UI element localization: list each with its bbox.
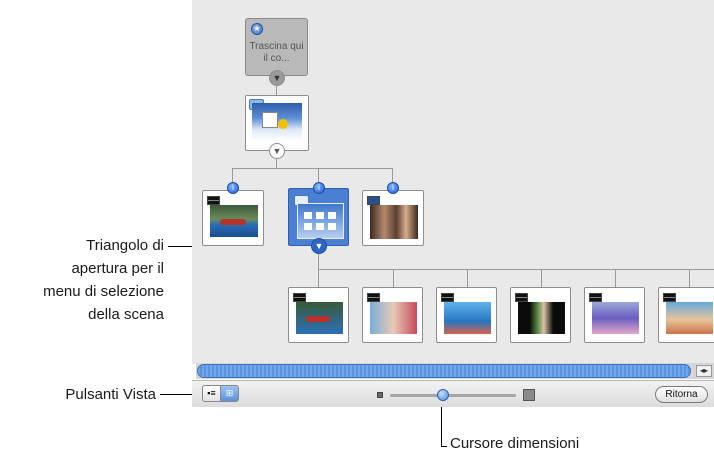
- callout-size-slider-tick: [441, 446, 447, 447]
- scene-thumbnail: [370, 302, 417, 334]
- drop-zone-text-line-2: il co...: [263, 53, 290, 64]
- scene-thumbnail: [518, 302, 565, 334]
- callout-triangle-line-2: apertura per il: [71, 260, 164, 277]
- connector-line: [467, 269, 468, 287]
- scene-card[interactable]: [362, 287, 423, 343]
- info-badge-icon: ★: [251, 23, 263, 35]
- connector-line: [318, 254, 319, 269]
- info-badge-icon[interactable]: i: [227, 182, 239, 194]
- movie-card[interactable]: [202, 190, 264, 246]
- return-button[interactable]: Ritorna: [655, 386, 708, 403]
- menu-thumbnail: [252, 103, 302, 141]
- scene-card[interactable]: [584, 287, 645, 343]
- movie-clapper-icon: [515, 293, 528, 302]
- scene-card[interactable]: [436, 287, 497, 343]
- callout-triangle-line-3: menu di selezione: [43, 283, 164, 300]
- disclosure-triangle-icon[interactable]: ▼: [269, 70, 285, 86]
- connector-line: [318, 269, 714, 270]
- list-view-icon: ▪≡: [207, 388, 216, 398]
- movie-clapper-icon: [441, 293, 454, 302]
- scene-thumbnail: [592, 302, 639, 334]
- large-size-icon: [523, 389, 535, 401]
- scroll-arrows-icon[interactable]: ◂▸: [696, 365, 712, 377]
- callout-triangle-line-1: Triangolo di: [86, 237, 164, 254]
- disclosure-triangle-icon[interactable]: ▼: [311, 238, 327, 254]
- scene-card[interactable]: [288, 287, 349, 343]
- slideshow-card[interactable]: [362, 190, 424, 246]
- movie-clapper-icon: [367, 293, 380, 302]
- horizontal-scrollbar[interactable]: ◂▸: [196, 363, 714, 379]
- callout-triangle-label: Triangolo di apertura per il menu di sel…: [12, 234, 164, 326]
- scene-thumbnail: [666, 302, 713, 334]
- drop-zone-text: Trascina qui il co...: [246, 41, 307, 65]
- connector-line: [541, 269, 542, 287]
- list-view-button[interactable]: ▪≡: [202, 385, 221, 402]
- callout-triangle-line-4: della scena: [88, 306, 164, 323]
- project-map-panel: ★ Trascina qui il co... ▼ ▼ i i ▼ i: [192, 0, 714, 364]
- size-slider-knob[interactable]: [437, 389, 449, 401]
- info-badge-icon[interactable]: i: [387, 182, 399, 194]
- scrollbar-thumb[interactable]: [197, 364, 691, 378]
- scene-thumbnail: [296, 302, 343, 334]
- movie-clapper-icon: [367, 196, 380, 205]
- disclosure-triangle-icon[interactable]: ▼: [269, 143, 285, 159]
- scene-thumbnail: [444, 302, 491, 334]
- size-slider-track[interactable]: [390, 394, 516, 397]
- callout-view-buttons-label: Pulsanti Vista: [65, 386, 156, 403]
- scene-card[interactable]: [510, 287, 571, 343]
- scene-menu-thumbnail: [297, 203, 344, 239]
- scene-card[interactable]: [658, 287, 714, 343]
- connector-line: [318, 168, 319, 182]
- connector-line: [392, 168, 393, 182]
- bottom-toolbar: ▪≡ ⊞ Ritorna: [192, 380, 714, 407]
- info-badge-icon[interactable]: i: [313, 182, 325, 194]
- movie-clapper-icon: [293, 293, 306, 302]
- map-view-button[interactable]: ⊞: [220, 385, 239, 402]
- callout-size-slider-label: Cursore dimensioni: [450, 435, 580, 452]
- movie-thumbnail: [210, 205, 258, 237]
- connector-line: [232, 168, 393, 169]
- map-view-icon: ⊞: [225, 388, 234, 398]
- connector-line: [689, 269, 690, 287]
- small-size-icon: [377, 392, 383, 398]
- movie-clapper-icon: [589, 293, 602, 302]
- drop-zone-card[interactable]: ★ Trascina qui il co...: [245, 18, 308, 76]
- connector-line: [232, 168, 233, 182]
- connector-line: [318, 269, 319, 287]
- movie-clapper-icon: [663, 293, 676, 302]
- movie-clapper-icon: [207, 196, 220, 205]
- connector-line: [276, 158, 277, 168]
- connector-line: [393, 269, 394, 287]
- drop-zone-text-line-1: Trascina qui: [249, 41, 304, 52]
- connector-line: [615, 269, 616, 287]
- slideshow-thumbnail: [370, 205, 418, 239]
